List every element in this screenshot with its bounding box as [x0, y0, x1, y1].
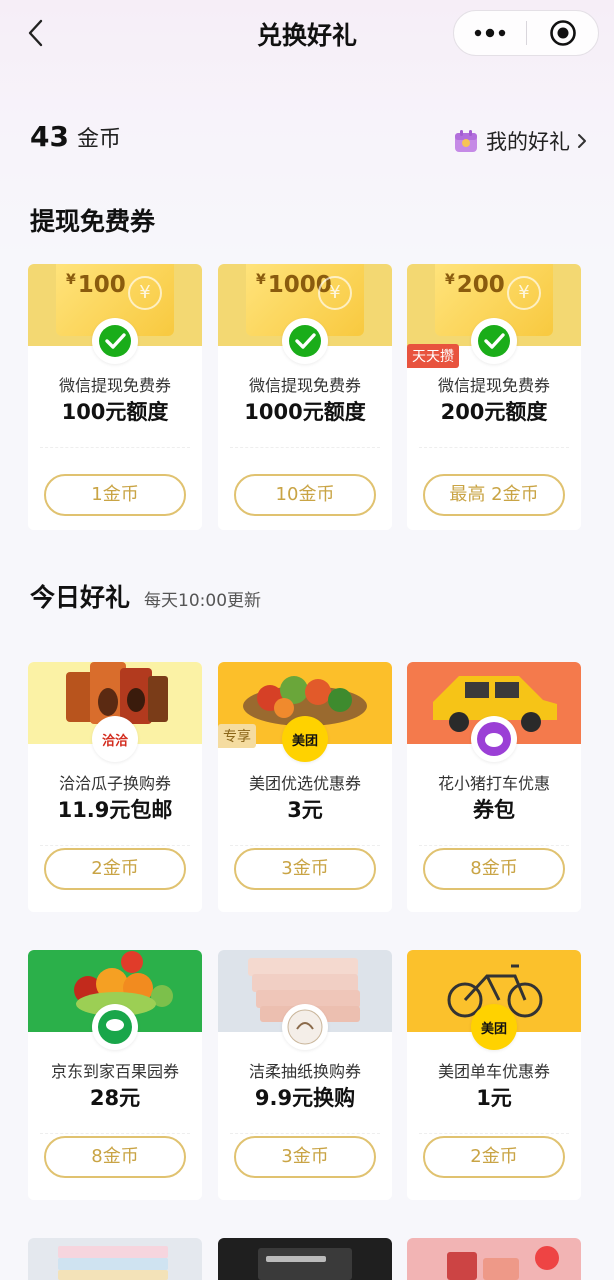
qiaqia-logo-icon: 洽洽	[92, 716, 138, 762]
meituan-logo-icon: 美团	[471, 1004, 517, 1050]
redeem-button[interactable]: 3金币	[234, 1136, 376, 1178]
card-footer: 3金币	[218, 846, 392, 912]
card-detail: 3元	[287, 798, 323, 822]
gift-box-icon	[455, 130, 477, 152]
gift-card[interactable]: 花小猪打车优惠 券包 8金币	[407, 662, 581, 912]
redeem-button[interactable]: 2金币	[423, 1136, 565, 1178]
jd-daojia-logo-icon	[92, 1004, 138, 1050]
card-name: 京东到家百果园券	[50, 1062, 179, 1081]
yen-coin-icon: ¥	[507, 276, 541, 310]
my-gifts-label: 我的好礼	[486, 130, 570, 154]
cash-voucher-card[interactable]: ¥1000 ¥ 微信提现免费券 1000元额度 10金币	[218, 264, 392, 530]
product-image	[447, 1246, 559, 1280]
meituan-logo-icon: 美团	[282, 716, 328, 762]
card-footer: 2金币	[407, 1134, 581, 1200]
cash-voucher-card[interactable]: ¥100 ¥ 微信提现免费券 100元额度 1金币	[28, 264, 202, 530]
section-title-cash: 提现免费券	[30, 202, 155, 238]
card-footer: 8金币	[28, 1134, 202, 1200]
card-detail: 券包	[473, 798, 515, 822]
coin-balance: 43 金币	[30, 120, 121, 160]
card-name: 洁柔抽纸换购券	[248, 1062, 361, 1081]
gift-card-partial[interactable]	[218, 1238, 392, 1280]
gift-card-partial[interactable]	[407, 1238, 581, 1280]
card-footer: 8金币	[407, 846, 581, 912]
redeem-button[interactable]: 最高 2金币	[423, 474, 565, 516]
card-detail: 28元	[89, 1086, 141, 1110]
card-name: 美团单车优惠券	[437, 1062, 550, 1081]
card-footer: 3金币	[218, 1134, 392, 1200]
redeem-button[interactable]: 3金币	[234, 848, 376, 890]
section-title-today: 今日好礼 每天10:00更新	[30, 578, 261, 614]
wechat-icon	[92, 318, 138, 364]
card-detail: 11.9元包邮	[57, 798, 173, 822]
gift-card[interactable]: 洽洽 洽洽瓜子换购券 11.9元包邮 2金币	[28, 662, 202, 912]
huaxiaozhu-logo-icon	[471, 716, 517, 762]
card-footer: 2金币	[28, 846, 202, 912]
product-image	[258, 1248, 352, 1280]
jierou-logo-icon	[282, 1004, 328, 1050]
section-title-text: 提现免费券	[30, 207, 156, 236]
card-name: 美团优选优惠券	[248, 774, 361, 793]
close-button[interactable]	[527, 11, 598, 55]
coin-count: 43	[30, 120, 69, 153]
more-button[interactable]	[454, 11, 526, 55]
chevron-right-icon	[578, 134, 586, 148]
cash-voucher-card[interactable]: ¥200 ¥ 天天攒 微信提现免费券 200元额度 最高 2金币	[407, 264, 581, 530]
gift-card[interactable]: 京东到家百果园券 28元 8金币	[28, 950, 202, 1200]
redeem-button[interactable]: 10金币	[234, 474, 376, 516]
promo-tag: 天天攒	[407, 344, 459, 368]
voucher-face-value: ¥200	[445, 272, 505, 298]
exclusive-tag: 专享	[218, 724, 256, 748]
card-detail: 200元额度	[440, 400, 548, 424]
card-footer: 1金币	[28, 448, 202, 530]
yen-coin-icon: ¥	[318, 276, 352, 310]
redeem-button[interactable]: 2金币	[44, 848, 186, 890]
card-footer: 10金币	[218, 448, 392, 530]
my-gifts-link[interactable]: 我的好礼	[454, 124, 588, 158]
target-close-icon	[549, 20, 576, 46]
section-title-text: 今日好礼	[30, 583, 131, 612]
gift-card[interactable]: 洁柔抽纸换购券 9.9元换购 3金币	[218, 950, 392, 1200]
voucher-face-value: ¥100	[66, 272, 126, 298]
card-name: 花小猪打车优惠	[437, 774, 550, 793]
card-footer: 最高 2金币	[407, 448, 581, 530]
yen-coin-icon: ¥	[128, 276, 162, 310]
update-time-note: 每天10:00更新	[144, 591, 262, 611]
gift-card-partial[interactable]	[28, 1238, 202, 1280]
wechat-icon	[282, 318, 328, 364]
card-detail: 1000元额度	[244, 400, 366, 424]
product-image	[58, 1246, 168, 1280]
more-dots-icon	[474, 28, 506, 38]
card-name: 微信提现免费券	[437, 376, 550, 395]
gift-card[interactable]: 美团 美团单车优惠券 1元 2金币	[407, 950, 581, 1200]
redeem-button[interactable]: 8金币	[44, 1136, 186, 1178]
card-detail: 100元额度	[61, 400, 169, 424]
card-detail: 9.9元换购	[254, 1086, 356, 1110]
card-name: 洽洽瓜子换购券	[58, 774, 171, 793]
nav-bar: 兑换好礼	[0, 0, 614, 68]
card-name: 微信提现免费券	[248, 376, 361, 395]
redeem-button[interactable]: 1金币	[44, 474, 186, 516]
gift-card[interactable]: 专享 美团 美团优选优惠券 3元 3金币	[218, 662, 392, 912]
mini-program-capsule	[453, 10, 599, 56]
card-name: 微信提现免费券	[58, 376, 171, 395]
redeem-button[interactable]: 8金币	[423, 848, 565, 890]
wechat-icon	[471, 318, 517, 364]
card-detail: 1元	[476, 1086, 512, 1110]
coin-unit: 金币	[76, 127, 121, 152]
